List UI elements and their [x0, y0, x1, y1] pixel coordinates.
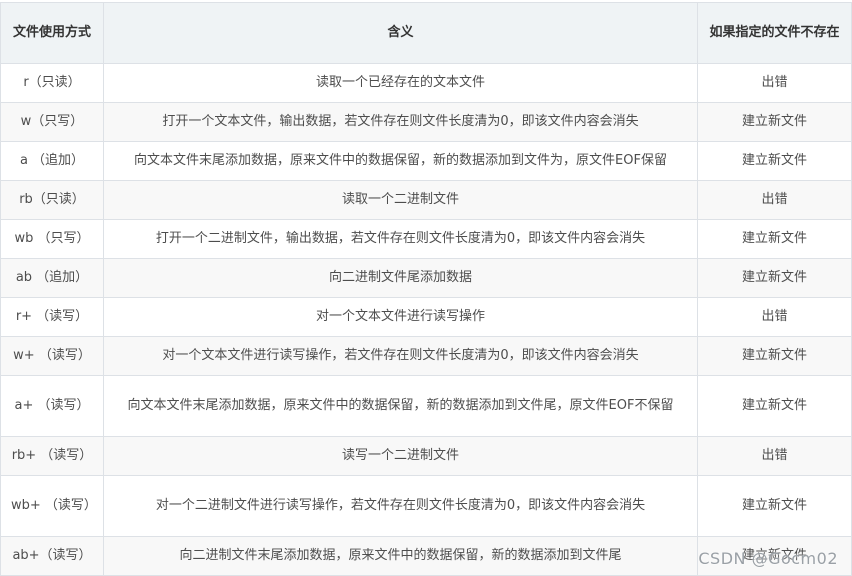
table-row: wb+ （读写） 对一个二进制文件进行读写操作，若文件存在则文件长度清为0，即该…	[0, 475, 852, 537]
if-missing-cell: 建立新文件	[697, 141, 852, 181]
table-row: r（只读） 读取一个已经存在的文本文件 出错	[0, 63, 852, 103]
if-missing-cell: 出错	[697, 436, 852, 476]
mode-cell: ab+（读写）	[0, 536, 104, 576]
if-missing-cell: 建立新文件	[697, 475, 852, 537]
meaning-cell: 向文本文件末尾添加数据，原来文件中的数据保留，新的数据添加到文件为，原文件EOF…	[103, 141, 698, 181]
meaning-cell: 向文本文件末尾添加数据，原来文件中的数据保留，新的数据添加到文件尾，原文件EOF…	[103, 375, 698, 437]
table-row: w+ （读写） 对一个文本文件进行读写操作，若文件存在则文件长度清为0，即该文件…	[0, 336, 852, 376]
mode-cell: wb+ （读写）	[0, 475, 104, 537]
if-missing-cell: 建立新文件	[697, 102, 852, 142]
meaning-cell: 对一个文本文件进行读写操作，若文件存在则文件长度清为0，即该文件内容会消失	[103, 336, 698, 376]
table-row: rb（只读） 读取一个二进制文件 出错	[0, 180, 852, 220]
mode-cell: a+ （读写）	[0, 375, 104, 437]
meaning-cell: 向二进制文件尾添加数据	[103, 258, 698, 298]
meaning-cell: 读取一个二进制文件	[103, 180, 698, 220]
mode-cell: r（只读）	[0, 63, 104, 103]
table-row: r+ （读写） 对一个文本文件进行读写操作 出错	[0, 297, 852, 337]
table-row: a+ （读写） 向文本文件末尾添加数据，原来文件中的数据保留，新的数据添加到文件…	[0, 375, 852, 437]
if-missing-cell: 建立新文件	[697, 375, 852, 437]
meaning-cell: 对一个二进制文件进行读写操作，若文件存在则文件长度清为0，即该文件内容会消失	[103, 475, 698, 537]
meaning-cell: 读取一个已经存在的文本文件	[103, 63, 698, 103]
if-missing-cell: 出错	[697, 63, 852, 103]
table-row: w（只写） 打开一个文本文件，输出数据，若文件存在则文件长度清为0，即该文件内容…	[0, 102, 852, 142]
mode-cell: a （追加）	[0, 141, 104, 181]
table-row: wb （只写） 打开一个二进制文件，输出数据，若文件存在则文件长度清为0，即该文…	[0, 219, 852, 259]
header-row: 文件使用方式 含义 如果指定的文件不存在	[0, 2, 852, 64]
table-row: ab （追加） 向二进制文件尾添加数据 建立新文件	[0, 258, 852, 298]
mode-cell: w（只写）	[0, 102, 104, 142]
mode-cell: wb （只写）	[0, 219, 104, 259]
file-mode-table: 文件使用方式 含义 如果指定的文件不存在 r（只读） 读取一个已经存在的文本文件…	[0, 2, 852, 576]
if-missing-cell: 建立新文件	[697, 336, 852, 376]
meaning-cell: 打开一个文本文件，输出数据，若文件存在则文件长度清为0，即该文件内容会消失	[103, 102, 698, 142]
if-missing-cell: 建立新文件	[697, 258, 852, 298]
if-missing-cell: 出错	[697, 180, 852, 220]
csdn-watermark: CSDN @Gocm02	[698, 549, 838, 568]
header-if-missing: 如果指定的文件不存在	[697, 2, 852, 64]
meaning-cell: 打开一个二进制文件，输出数据，若文件存在则文件长度清为0，即该文件内容会消失	[103, 219, 698, 259]
header-mode: 文件使用方式	[0, 2, 104, 64]
if-missing-cell: 出错	[697, 297, 852, 337]
mode-cell: rb+ （读写）	[0, 436, 104, 476]
meaning-cell: 读写一个二进制文件	[103, 436, 698, 476]
header-meaning: 含义	[103, 2, 698, 64]
mode-cell: rb（只读）	[0, 180, 104, 220]
mode-cell: w+ （读写）	[0, 336, 104, 376]
if-missing-cell: 建立新文件	[697, 219, 852, 259]
mode-cell: ab （追加）	[0, 258, 104, 298]
mode-cell: r+ （读写）	[0, 297, 104, 337]
table-row: rb+ （读写） 读写一个二进制文件 出错	[0, 436, 852, 476]
table-row: a （追加） 向文本文件末尾添加数据，原来文件中的数据保留，新的数据添加到文件为…	[0, 141, 852, 181]
meaning-cell: 对一个文本文件进行读写操作	[103, 297, 698, 337]
meaning-cell: 向二进制文件末尾添加数据，原来文件中的数据保留，新的数据添加到文件尾	[103, 536, 698, 576]
